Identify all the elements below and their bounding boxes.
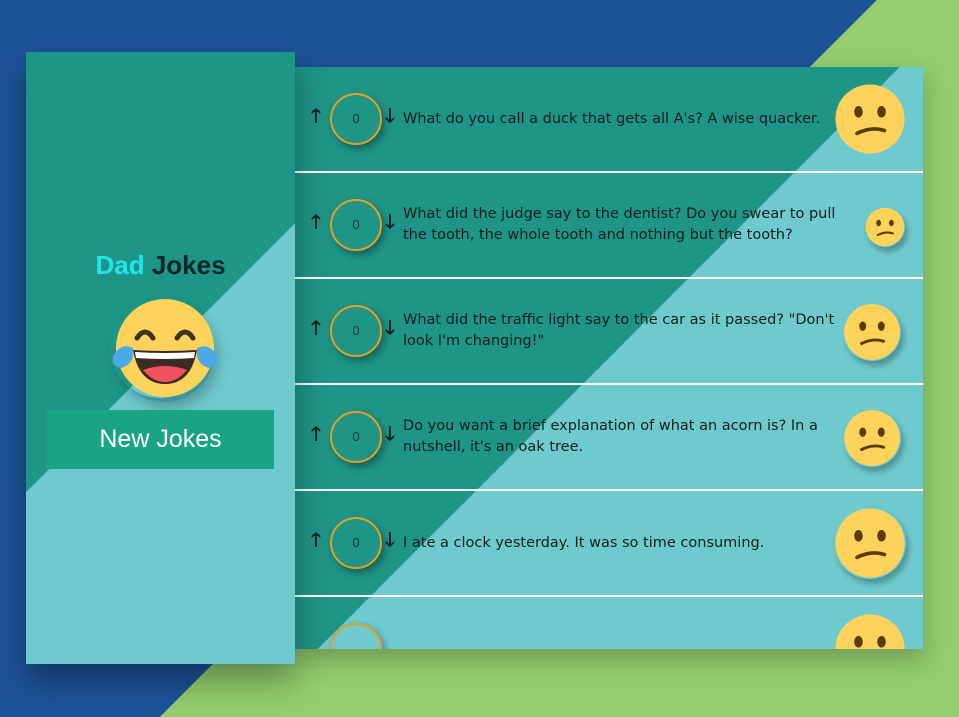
joke-row: 🡑 0 🡓 What did the traffic light say to …	[295, 279, 923, 385]
confused-emoji-icon	[834, 83, 906, 155]
confused-emoji-icon	[843, 409, 901, 467]
joke-row: 🡑 0 🡓 Do you want a brief explanation of…	[295, 385, 923, 491]
joke-text: I ate a clock yesterday. It was so time …	[403, 491, 858, 595]
downvote-arrow-icon[interactable]: 🡓	[385, 531, 395, 550]
joke-row	[295, 597, 923, 649]
app-title-jokes: Jokes	[151, 250, 226, 280]
upvote-arrow-icon[interactable]: 🡑	[311, 213, 321, 232]
confused-emoji-icon	[865, 207, 905, 247]
sidebar: Dad Jokes New Jokes	[26, 52, 295, 664]
joke-text: What did the traffic light say to the ca…	[403, 279, 858, 383]
confused-emoji-icon	[834, 507, 906, 579]
upvote-arrow-icon[interactable]: 🡑	[311, 319, 321, 338]
joke-text: What did the judge say to the dentist? D…	[403, 173, 858, 277]
confused-emoji-icon	[834, 613, 906, 649]
laughing-tears-emoji-icon	[110, 298, 218, 398]
joke-text-content: What did the traffic light say to the ca…	[403, 312, 835, 349]
app-title-dad: Dad	[95, 250, 145, 280]
downvote-arrow-icon[interactable]: 🡓	[385, 107, 395, 126]
jokes-list: 🡑 0 🡓 What do you call a duck that gets …	[295, 67, 923, 649]
joke-text-content: What did the judge say to the dentist? D…	[403, 206, 836, 243]
vote-count: 0	[330, 305, 382, 357]
new-jokes-button[interactable]: New Jokes	[47, 410, 274, 469]
downvote-arrow-icon[interactable]: 🡓	[385, 425, 395, 444]
upvote-arrow-icon[interactable]: 🡑	[311, 107, 321, 126]
vote-count	[330, 623, 382, 649]
joke-row: 🡑 0 🡓 I ate a clock yesterday. It was so…	[295, 491, 923, 597]
vote-count: 0	[330, 199, 382, 251]
joke-row: 🡑 0 🡓 What did the judge say to the dent…	[295, 173, 923, 279]
downvote-arrow-icon[interactable]: 🡓	[385, 319, 395, 338]
joke-text: Do you want a brief explanation of what …	[403, 385, 858, 489]
vote-count: 0	[330, 93, 382, 145]
joke-text-content: Do you want a brief explanation of what …	[403, 418, 818, 455]
upvote-arrow-icon[interactable]: 🡑	[311, 425, 321, 444]
downvote-arrow-icon[interactable]: 🡓	[385, 213, 395, 232]
upvote-arrow-icon[interactable]: 🡑	[311, 531, 321, 550]
confused-emoji-icon	[843, 303, 901, 361]
joke-text: What do you call a duck that gets all A'…	[403, 67, 858, 171]
joke-text-content: What do you call a duck that gets all A'…	[403, 110, 821, 127]
joke-text-content: I ate a clock yesterday. It was so time …	[403, 534, 765, 551]
vote-count: 0	[330, 411, 382, 463]
vote-count: 0	[330, 517, 382, 569]
joke-row: 🡑 0 🡓 What do you call a duck that gets …	[295, 67, 923, 173]
app-title: Dad Jokes	[26, 250, 295, 281]
